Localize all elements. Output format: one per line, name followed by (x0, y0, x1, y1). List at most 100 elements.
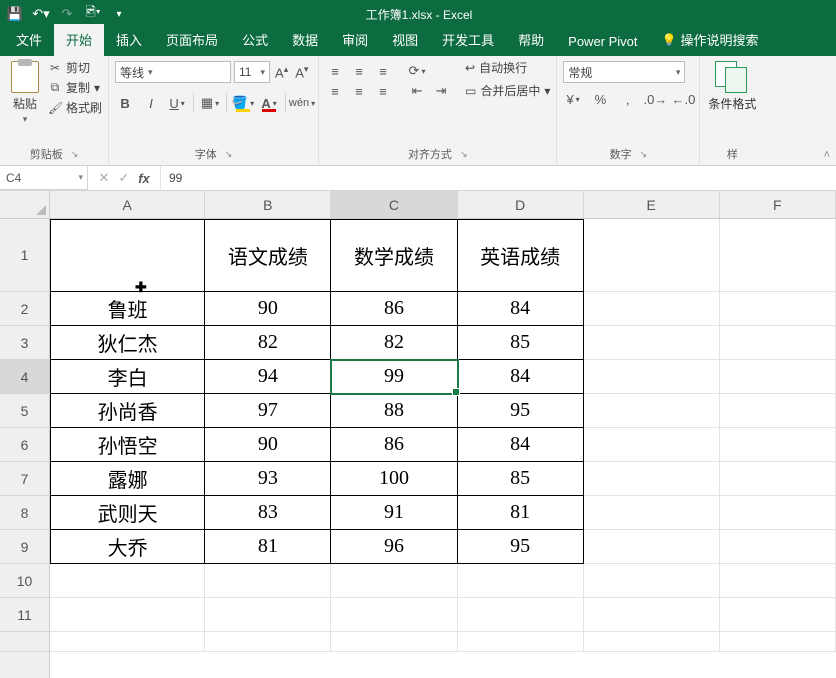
col-header-B[interactable]: B (205, 191, 331, 218)
cell-D10[interactable] (458, 564, 584, 598)
cell-C1[interactable]: 数学成绩 (331, 219, 457, 292)
cell-E8[interactable] (584, 496, 720, 530)
tab-formulas[interactable]: 公式 (230, 24, 280, 56)
col-header-C[interactable]: C (331, 191, 457, 218)
bold-button[interactable]: B (115, 93, 135, 113)
accounting-format-icon[interactable]: ¥ (563, 89, 582, 109)
tab-tellme[interactable]: 💡 操作说明搜索 (650, 24, 771, 56)
align-top-icon[interactable]: ≡ (325, 61, 345, 81)
row-header-8[interactable]: 8 (0, 496, 49, 530)
insert-function-icon[interactable]: fx (136, 171, 152, 186)
cell-A6[interactable]: 孙悟空 (50, 428, 205, 462)
cell-F7[interactable] (720, 462, 836, 496)
tab-view[interactable]: 视图 (380, 24, 430, 56)
cell-C7[interactable]: 100 (331, 462, 457, 496)
cell-E4[interactable] (584, 360, 720, 394)
tab-powerpivot[interactable]: Power Pivot (556, 28, 649, 56)
select-all-corner[interactable] (0, 191, 50, 219)
cell-C12[interactable] (331, 632, 457, 652)
cell-D6[interactable]: 84 (458, 428, 584, 462)
tab-review[interactable]: 审阅 (330, 24, 380, 56)
wrap-text-button[interactable]: ↩自动换行 (465, 59, 550, 76)
cell-A3[interactable]: 狄仁杰 (50, 326, 205, 360)
cell-B5[interactable]: 97 (205, 394, 331, 428)
cell-C9[interactable]: 96 (331, 530, 457, 564)
cell-C10[interactable] (331, 564, 457, 598)
cell-E11[interactable] (584, 598, 720, 632)
tab-insert[interactable]: 插入 (104, 24, 154, 56)
cell-F6[interactable] (720, 428, 836, 462)
align-left-icon[interactable]: ≡ (325, 81, 345, 101)
qat-customize-icon[interactable]: ▾ (110, 5, 128, 23)
collapse-ribbon-icon[interactable]: ˄ (824, 149, 830, 161)
tab-file[interactable]: 文件 (4, 24, 54, 56)
undo-icon[interactable]: ↶▾ (32, 5, 50, 23)
row-header-5[interactable]: 5 (0, 394, 49, 428)
cell-F9[interactable] (720, 530, 836, 564)
cell-D2[interactable]: 84 (458, 292, 584, 326)
col-header-E[interactable]: E (584, 191, 720, 218)
format-painter-button[interactable]: 🖌格式刷 (48, 99, 102, 116)
font-color-button[interactable]: A (259, 93, 279, 113)
cell-E3[interactable] (584, 326, 720, 360)
row-header-12[interactable] (0, 632, 49, 652)
cell-E10[interactable] (584, 564, 720, 598)
cell-F5[interactable] (720, 394, 836, 428)
tab-layout[interactable]: 页面布局 (154, 24, 230, 56)
italic-button[interactable]: I (141, 93, 161, 113)
percent-format-icon[interactable]: % (591, 89, 610, 109)
cell-D4[interactable]: 84 (458, 360, 584, 394)
fill-color-button[interactable]: 🪣 (233, 93, 253, 113)
cell-F12[interactable] (720, 632, 836, 652)
cell-A4[interactable]: 李白 (50, 360, 205, 394)
row-header-3[interactable]: 3 (0, 326, 49, 360)
increase-decimal-icon[interactable]: .0→ (645, 89, 665, 109)
cell-B12[interactable] (205, 632, 331, 652)
cell-B11[interactable] (205, 598, 331, 632)
row-header-2[interactable]: 2 (0, 292, 49, 326)
cell-A11[interactable] (50, 598, 205, 632)
row-header-6[interactable]: 6 (0, 428, 49, 462)
cell-B7[interactable]: 93 (205, 462, 331, 496)
cell-E2[interactable] (584, 292, 720, 326)
cell-B3[interactable]: 82 (205, 326, 331, 360)
cell-C11[interactable] (331, 598, 457, 632)
cell-B9[interactable]: 81 (205, 530, 331, 564)
tab-home[interactable]: 开始 (54, 24, 104, 56)
shrink-font-icon[interactable]: A▾ (293, 64, 310, 80)
touch-mode-icon[interactable]: 🖻▾ (84, 5, 102, 23)
copy-button[interactable]: ⧉复制 ▾ (48, 79, 102, 96)
cell-D9[interactable]: 95 (458, 530, 584, 564)
cell-A7[interactable]: 露娜 (50, 462, 205, 496)
cell-D7[interactable]: 85 (458, 462, 584, 496)
cell-D11[interactable] (458, 598, 584, 632)
row-header-11[interactable]: 11 (0, 598, 49, 632)
decrease-indent-icon[interactable]: ⇤ (407, 81, 427, 101)
align-bottom-icon[interactable]: ≡ (373, 61, 393, 81)
row-header-10[interactable]: 10 (0, 564, 49, 598)
cell-A2[interactable]: 鲁班 (50, 292, 205, 326)
cancel-formula-icon[interactable]: ✕ (96, 170, 112, 186)
cell-A8[interactable]: 武则天 (50, 496, 205, 530)
cell-E6[interactable] (584, 428, 720, 462)
cell-A10[interactable] (50, 564, 205, 598)
paste-button[interactable]: 粘贴 ▾ (6, 59, 44, 144)
cell-E12[interactable] (584, 632, 720, 652)
row-header-1[interactable]: 1 (0, 219, 49, 292)
cell-C2[interactable]: 86 (331, 292, 457, 326)
cell-B1[interactable]: 语文成绩 (205, 219, 331, 292)
col-header-D[interactable]: D (458, 191, 584, 218)
cell-B8[interactable]: 83 (205, 496, 331, 530)
cell-C5[interactable]: 88 (331, 394, 457, 428)
row-header-7[interactable]: 7 (0, 462, 49, 496)
save-icon[interactable]: 💾 (6, 5, 24, 23)
decrease-decimal-icon[interactable]: ←.0 (673, 89, 693, 109)
cell-F4[interactable] (720, 360, 836, 394)
cell-F1[interactable] (720, 219, 836, 292)
cell-A5[interactable]: 孙尚香 (50, 394, 205, 428)
spreadsheet-grid[interactable]: ABCDEF 1234567891011 语文成绩数学成绩英语成绩鲁班90868… (0, 191, 836, 678)
tab-developer[interactable]: 开发工具 (430, 24, 506, 56)
clipboard-launcher-icon[interactable]: ↘ (71, 149, 79, 160)
cell-F10[interactable] (720, 564, 836, 598)
grow-font-icon[interactable]: A▴ (273, 64, 290, 80)
